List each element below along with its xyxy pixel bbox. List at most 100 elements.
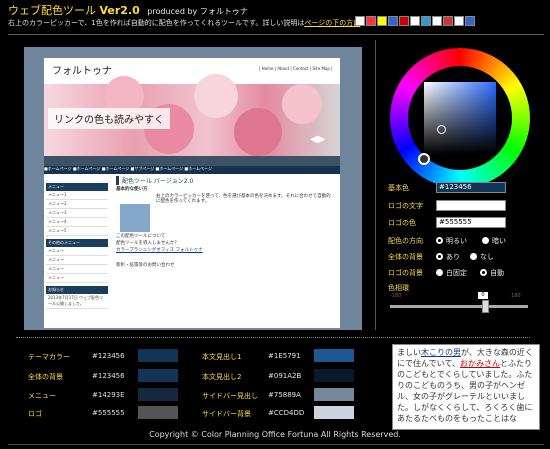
share-buttons — [355, 16, 475, 26]
swatch-color — [138, 406, 178, 419]
preview-sidebar: メニュー メニュー1 メニュー2 メニュー3 メニュー4 メニュー5 その他のメ… — [46, 180, 108, 309]
radio-icon — [482, 237, 489, 244]
preview-link[interactable]: カラープランニングオフィス フォルトゥナ — [116, 248, 334, 253]
preview-image — [120, 204, 150, 232]
sample-link[interactable]: 木こりの男 — [421, 348, 461, 357]
divider-dotted — [16, 337, 530, 338]
hue-slider-thumb[interactable] — [482, 300, 489, 313]
bg-on-radio[interactable]: あり — [436, 252, 460, 262]
site-preview: フォルトゥナ | Home | About | Contact | Site M… — [44, 58, 340, 328]
swatch-hex: #14293E — [92, 391, 125, 399]
copyright: Copyright © Color Planning Office Fortun… — [149, 430, 401, 439]
divider-bottom — [8, 444, 544, 445]
radio-icon — [470, 253, 477, 260]
preview-slider-arrows[interactable]: ◀▶ — [310, 134, 325, 145]
preview-subheading: 配色ツールを導入しませんか？ — [116, 241, 179, 246]
swatch-label: ロゴ — [28, 410, 42, 418]
swatch-color — [138, 369, 178, 382]
radio-label: なし — [480, 253, 494, 261]
logo-text-label: ロゴの文字 — [388, 202, 423, 210]
radio-icon — [436, 269, 443, 276]
sidebar-item[interactable]: メニュー1 — [46, 191, 108, 200]
share-icon-9[interactable] — [443, 16, 453, 26]
swatch-label: テーマカラー — [28, 353, 70, 361]
share-icon-3[interactable] — [377, 16, 387, 26]
preview-logo: フォルトゥナ — [52, 66, 112, 77]
hue-marker[interactable] — [418, 153, 430, 165]
arrow-right-icon[interactable]: ▶ — [318, 134, 326, 145]
divider-top — [8, 34, 544, 35]
swatch-hex: #75889A — [268, 391, 301, 399]
base-color-label: 基本色 — [388, 184, 409, 192]
radio-selected-icon — [436, 237, 443, 244]
logo-color-input[interactable]: #555555 — [436, 217, 506, 228]
hue-min: -180 — [390, 293, 402, 299]
sample-text: とふたりのこどもとでくらしていました。ふたりのこどものうち、男の子がヘンゼル、女… — [397, 359, 533, 423]
logo-bg-auto-radio[interactable]: 自動 — [480, 268, 504, 278]
logo-bg-label: ロゴの背景 — [388, 269, 423, 277]
swatch-label: サイドバー背景 — [202, 410, 251, 418]
arrow-left-icon[interactable]: ◀ — [310, 134, 318, 145]
swatch-color — [314, 369, 354, 382]
sidebar-item[interactable]: メニュー — [46, 274, 108, 283]
radio-label: 暗い — [492, 237, 506, 245]
swatch-hex: #123456 — [92, 352, 125, 360]
share-icon-4[interactable] — [388, 16, 398, 26]
direction-bright-radio[interactable]: 明るい — [436, 236, 467, 246]
sidebar-item[interactable]: メニュー — [46, 265, 108, 274]
sidebar-news: 2013年7月17日 ウェブ配色ツール公開しました。 — [46, 294, 108, 309]
bg-off-radio[interactable]: なし — [470, 252, 494, 262]
sidebar-heading: その他のメニュー — [46, 239, 108, 247]
swatch-color — [314, 406, 354, 419]
sidebar-item[interactable]: メニュー4 — [46, 218, 108, 227]
title-text: ウェブ配色ツール — [8, 4, 96, 17]
sidebar-item[interactable]: メニュー — [46, 256, 108, 265]
produced-by: produced by フォルトゥナ — [147, 7, 248, 16]
sample-link[interactable]: おかみさん — [460, 359, 500, 368]
direction-label: 配色の方向 — [388, 237, 423, 245]
direction-dark-radio[interactable]: 暗い — [482, 236, 506, 246]
sidebar-item[interactable]: メニュー5 — [46, 227, 108, 236]
sidebar-item[interactable]: メニュー2 — [46, 200, 108, 209]
sidebar-heading: メニュー — [46, 183, 108, 191]
share-icon-11[interactable] — [465, 16, 475, 26]
hue-slider[interactable] — [390, 305, 528, 308]
share-icon-2[interactable] — [366, 16, 376, 26]
swatch-color — [314, 349, 354, 362]
intro-link[interactable]: ページの下の方に — [304, 19, 360, 27]
swatch-label: サイドバー見出し — [202, 392, 258, 400]
share-icon-5[interactable] — [399, 16, 409, 26]
radio-label: 白固定 — [446, 269, 467, 277]
preview-subheading: この配色ツールについて — [116, 234, 166, 239]
share-icon-1[interactable] — [355, 16, 365, 26]
swatch-label: メニュー — [28, 392, 56, 400]
base-color-input[interactable]: #123456 — [436, 182, 506, 193]
swatch-color — [138, 349, 178, 362]
share-icon-6[interactable] — [410, 16, 420, 26]
share-icon-8[interactable] — [432, 16, 442, 26]
share-icon-7[interactable] — [421, 16, 431, 26]
app-title: ウェブ配色ツール Ver2.0 produced by フォルトゥナ — [8, 2, 248, 18]
sidebar-heading: お知らせ — [46, 286, 108, 294]
preview-paragraph: 右上のカラーピッカーを使って、色を選び基本の色を決めます。それに合わせて自動的に… — [156, 194, 331, 204]
sv-marker[interactable] — [437, 125, 446, 134]
swatch-hex: #091A2B — [268, 372, 302, 380]
divider-vertical — [375, 40, 376, 330]
swatch-label: 全体の背景 — [28, 373, 63, 381]
swatch-hex: #555555 — [92, 409, 125, 417]
radio-selected-icon — [480, 269, 487, 276]
sidebar-item[interactable]: メニュー — [46, 247, 108, 256]
sample-text-box: ましい木こりの男が、大きな森の近くにで住んでいて、おかみさんとふたりのこどもとで… — [392, 344, 540, 430]
swatch-color — [138, 388, 178, 401]
version: Ver2.0 — [99, 4, 140, 17]
preview-main-title: 配色ツール バージョン2.0 — [116, 176, 334, 185]
preview-nav[interactable]: | Home | About | Contact | Site Map | — [259, 66, 333, 71]
share-icon-10[interactable] — [454, 16, 464, 26]
saturation-value-square[interactable] — [424, 82, 496, 154]
sidebar-item[interactable]: メニュー3 — [46, 209, 108, 218]
logo-text-input[interactable] — [436, 200, 506, 211]
swatch-hex: #CCD4DD — [268, 409, 305, 417]
radio-label: 明るい — [446, 237, 467, 245]
swatch-hex: #123456 — [92, 372, 125, 380]
logo-bg-white-radio[interactable]: 白固定 — [436, 268, 467, 278]
